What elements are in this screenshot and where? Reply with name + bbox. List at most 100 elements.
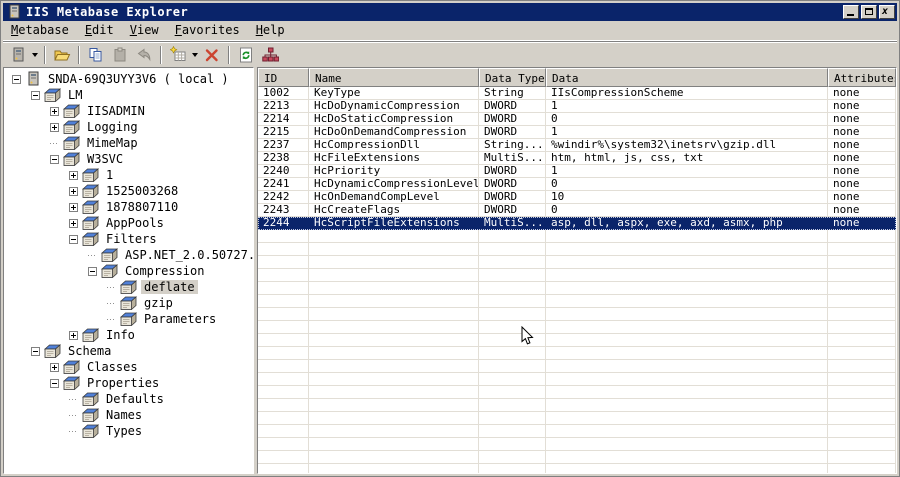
column-header-data-type[interactable]: Data Type [479,68,546,87]
open-folder-button[interactable] [50,44,74,66]
expand-icon[interactable] [50,106,59,116]
tree-item-label[interactable]: SNDA-69Q3UYY3V6 ( local ) [45,72,232,86]
tree-item-label[interactable]: Properties [84,376,162,390]
property-row-2243[interactable]: 2243 HcCreateFlags DWORD 0 none [258,204,896,217]
menu-favorites[interactable]: Favorites [167,22,248,39]
tree-item-classes[interactable]: Classes [4,359,253,375]
menu-metabase[interactable]: Metabase [3,22,77,39]
tree-item-names[interactable]: Names [4,407,253,423]
collapse-icon[interactable] [50,378,59,388]
tree-item-label[interactable]: Logging [84,120,141,134]
paste-button[interactable] [108,44,132,66]
tree-item-label[interactable]: Names [103,408,145,422]
expand-icon[interactable] [69,170,78,180]
tree-item-mimemap[interactable]: MimeMap [4,135,253,151]
menu-view[interactable]: View [122,22,167,39]
close-button[interactable]: x [879,5,895,19]
tree-item-label[interactable]: 1878807110 [103,200,181,214]
expand-icon[interactable] [69,186,78,196]
connect-server-button[interactable] [6,44,30,66]
tree-item-parameters[interactable]: Parameters [4,311,253,327]
empty-cell [258,230,309,243]
maximize-button[interactable] [861,5,877,19]
expand-icon[interactable] [50,122,59,132]
property-row-2244[interactable]: 2244 HcScriptFileExtensions MultiS... asp, … [258,217,896,230]
new-key-button[interactable] [166,44,190,66]
tree-item-label[interactable]: Info [103,328,138,342]
collapse-icon[interactable] [50,154,59,164]
collapse-icon[interactable] [88,266,97,276]
column-header-name[interactable]: Name [309,68,479,87]
tree-item-properties[interactable]: Properties [4,375,253,391]
tree-item-label[interactable]: deflate [141,280,198,294]
tree-item-label[interactable]: gzip [141,296,176,310]
column-header-data[interactable]: Data [546,68,828,87]
delete-button[interactable] [200,44,224,66]
new-key-dropdown-icon[interactable] [192,52,198,57]
tree-item-label[interactable]: W3SVC [84,152,126,166]
expand-icon[interactable] [69,330,78,340]
tree-item-schema[interactable]: Schema [4,343,253,359]
tree-item-label[interactable]: ASP.NET_2.0.50727.0 [122,248,253,262]
menu-edit[interactable]: Edit [77,22,122,39]
property-row-1002[interactable]: 1002 KeyType String IIsCompressionScheme non… [258,87,896,100]
collapse-icon[interactable] [12,74,21,84]
property-row-2214[interactable]: 2214 HcDoStaticCompression DWORD 0 none [258,113,896,126]
collapse-icon[interactable] [69,234,78,244]
tree-item-compression[interactable]: Compression [4,263,253,279]
tree-item-label[interactable]: 1525003268 [103,184,181,198]
tree-item-deflate[interactable]: deflate [4,279,253,295]
tree-item-logging[interactable]: Logging [4,119,253,135]
tree-item-1525003268[interactable]: 1525003268 [4,183,253,199]
tree-item-snda-69q3uyy3v6-local-[interactable]: SNDA-69Q3UYY3V6 ( local ) [4,71,253,87]
tree-item-filters[interactable]: Filters [4,231,253,247]
menu-bar: Metabase Edit View Favorites Help [3,21,897,41]
property-row-2213[interactable]: 2213 HcDoDynamicCompression DWORD 1 none [258,100,896,113]
tree-item-lm[interactable]: LM [4,87,253,103]
column-header-attributes[interactable]: Attributes [828,68,896,87]
property-row-2238[interactable]: 2238 HcFileExtensions MultiS... htm, html, … [258,152,896,165]
expand-icon[interactable] [69,218,78,228]
tree-item-label[interactable]: Classes [84,360,141,374]
tree-item-1878807110[interactable]: 1878807110 [4,199,253,215]
copy-button[interactable] [84,44,108,66]
tree-item-label[interactable]: Defaults [103,392,167,406]
tree-item-label[interactable]: MimeMap [84,136,141,150]
tree-item-defaults[interactable]: Defaults [4,391,253,407]
tree-item-label[interactable]: IISADMIN [84,104,148,118]
undo-button[interactable] [132,44,156,66]
tree-item-label[interactable]: 1 [103,168,116,182]
collapse-icon[interactable] [31,90,40,100]
tree-item-iisadmin[interactable]: IISADMIN [4,103,253,119]
view-hierarchy-button[interactable] [258,44,282,66]
column-header-id[interactable]: ID [258,68,309,87]
tree-item-label[interactable]: AppPools [103,216,167,230]
collapse-icon[interactable] [31,346,40,356]
tree-item-asp-net-2-0-50727-0[interactable]: ASP.NET_2.0.50727.0 [4,247,253,263]
property-row-2215[interactable]: 2215 HcDoOnDemandCompression DWORD 1 none [258,126,896,139]
expand-icon[interactable] [50,362,59,372]
tree-item-label[interactable]: Parameters [141,312,219,326]
expand-icon[interactable] [69,202,78,212]
tree-item-apppools[interactable]: AppPools [4,215,253,231]
tree-item-1[interactable]: 1 [4,167,253,183]
menu-help[interactable]: Help [248,22,293,39]
minimize-button[interactable] [843,5,859,19]
property-row-2242[interactable]: 2242 HcOnDemandCompLevel DWORD 10 none [258,191,896,204]
tree-item-gzip[interactable]: gzip [4,295,253,311]
tree-item-info[interactable]: Info [4,327,253,343]
tree-item-label[interactable]: Compression [122,264,207,278]
tree-item-label[interactable]: Schema [65,344,114,358]
tree-item-label[interactable]: LM [65,88,85,102]
refresh-button[interactable] [234,44,258,66]
connect-dropdown-icon[interactable] [32,52,38,57]
metabase-key-icon [44,344,61,358]
tree-item-types[interactable]: Types [4,423,253,439]
metabase-key-icon [82,232,99,246]
property-row-2241[interactable]: 2241 HcDynamicCompressionLevel DWORD 0 none [258,178,896,191]
tree-item-w3svc[interactable]: W3SVC [4,151,253,167]
property-row-2237[interactable]: 2237 HcCompressionDll String... %windir%\sy… [258,139,896,152]
tree-item-label[interactable]: Types [103,424,145,438]
tree-item-label[interactable]: Filters [103,232,160,246]
property-row-2240[interactable]: 2240 HcPriority DWORD 1 none [258,165,896,178]
